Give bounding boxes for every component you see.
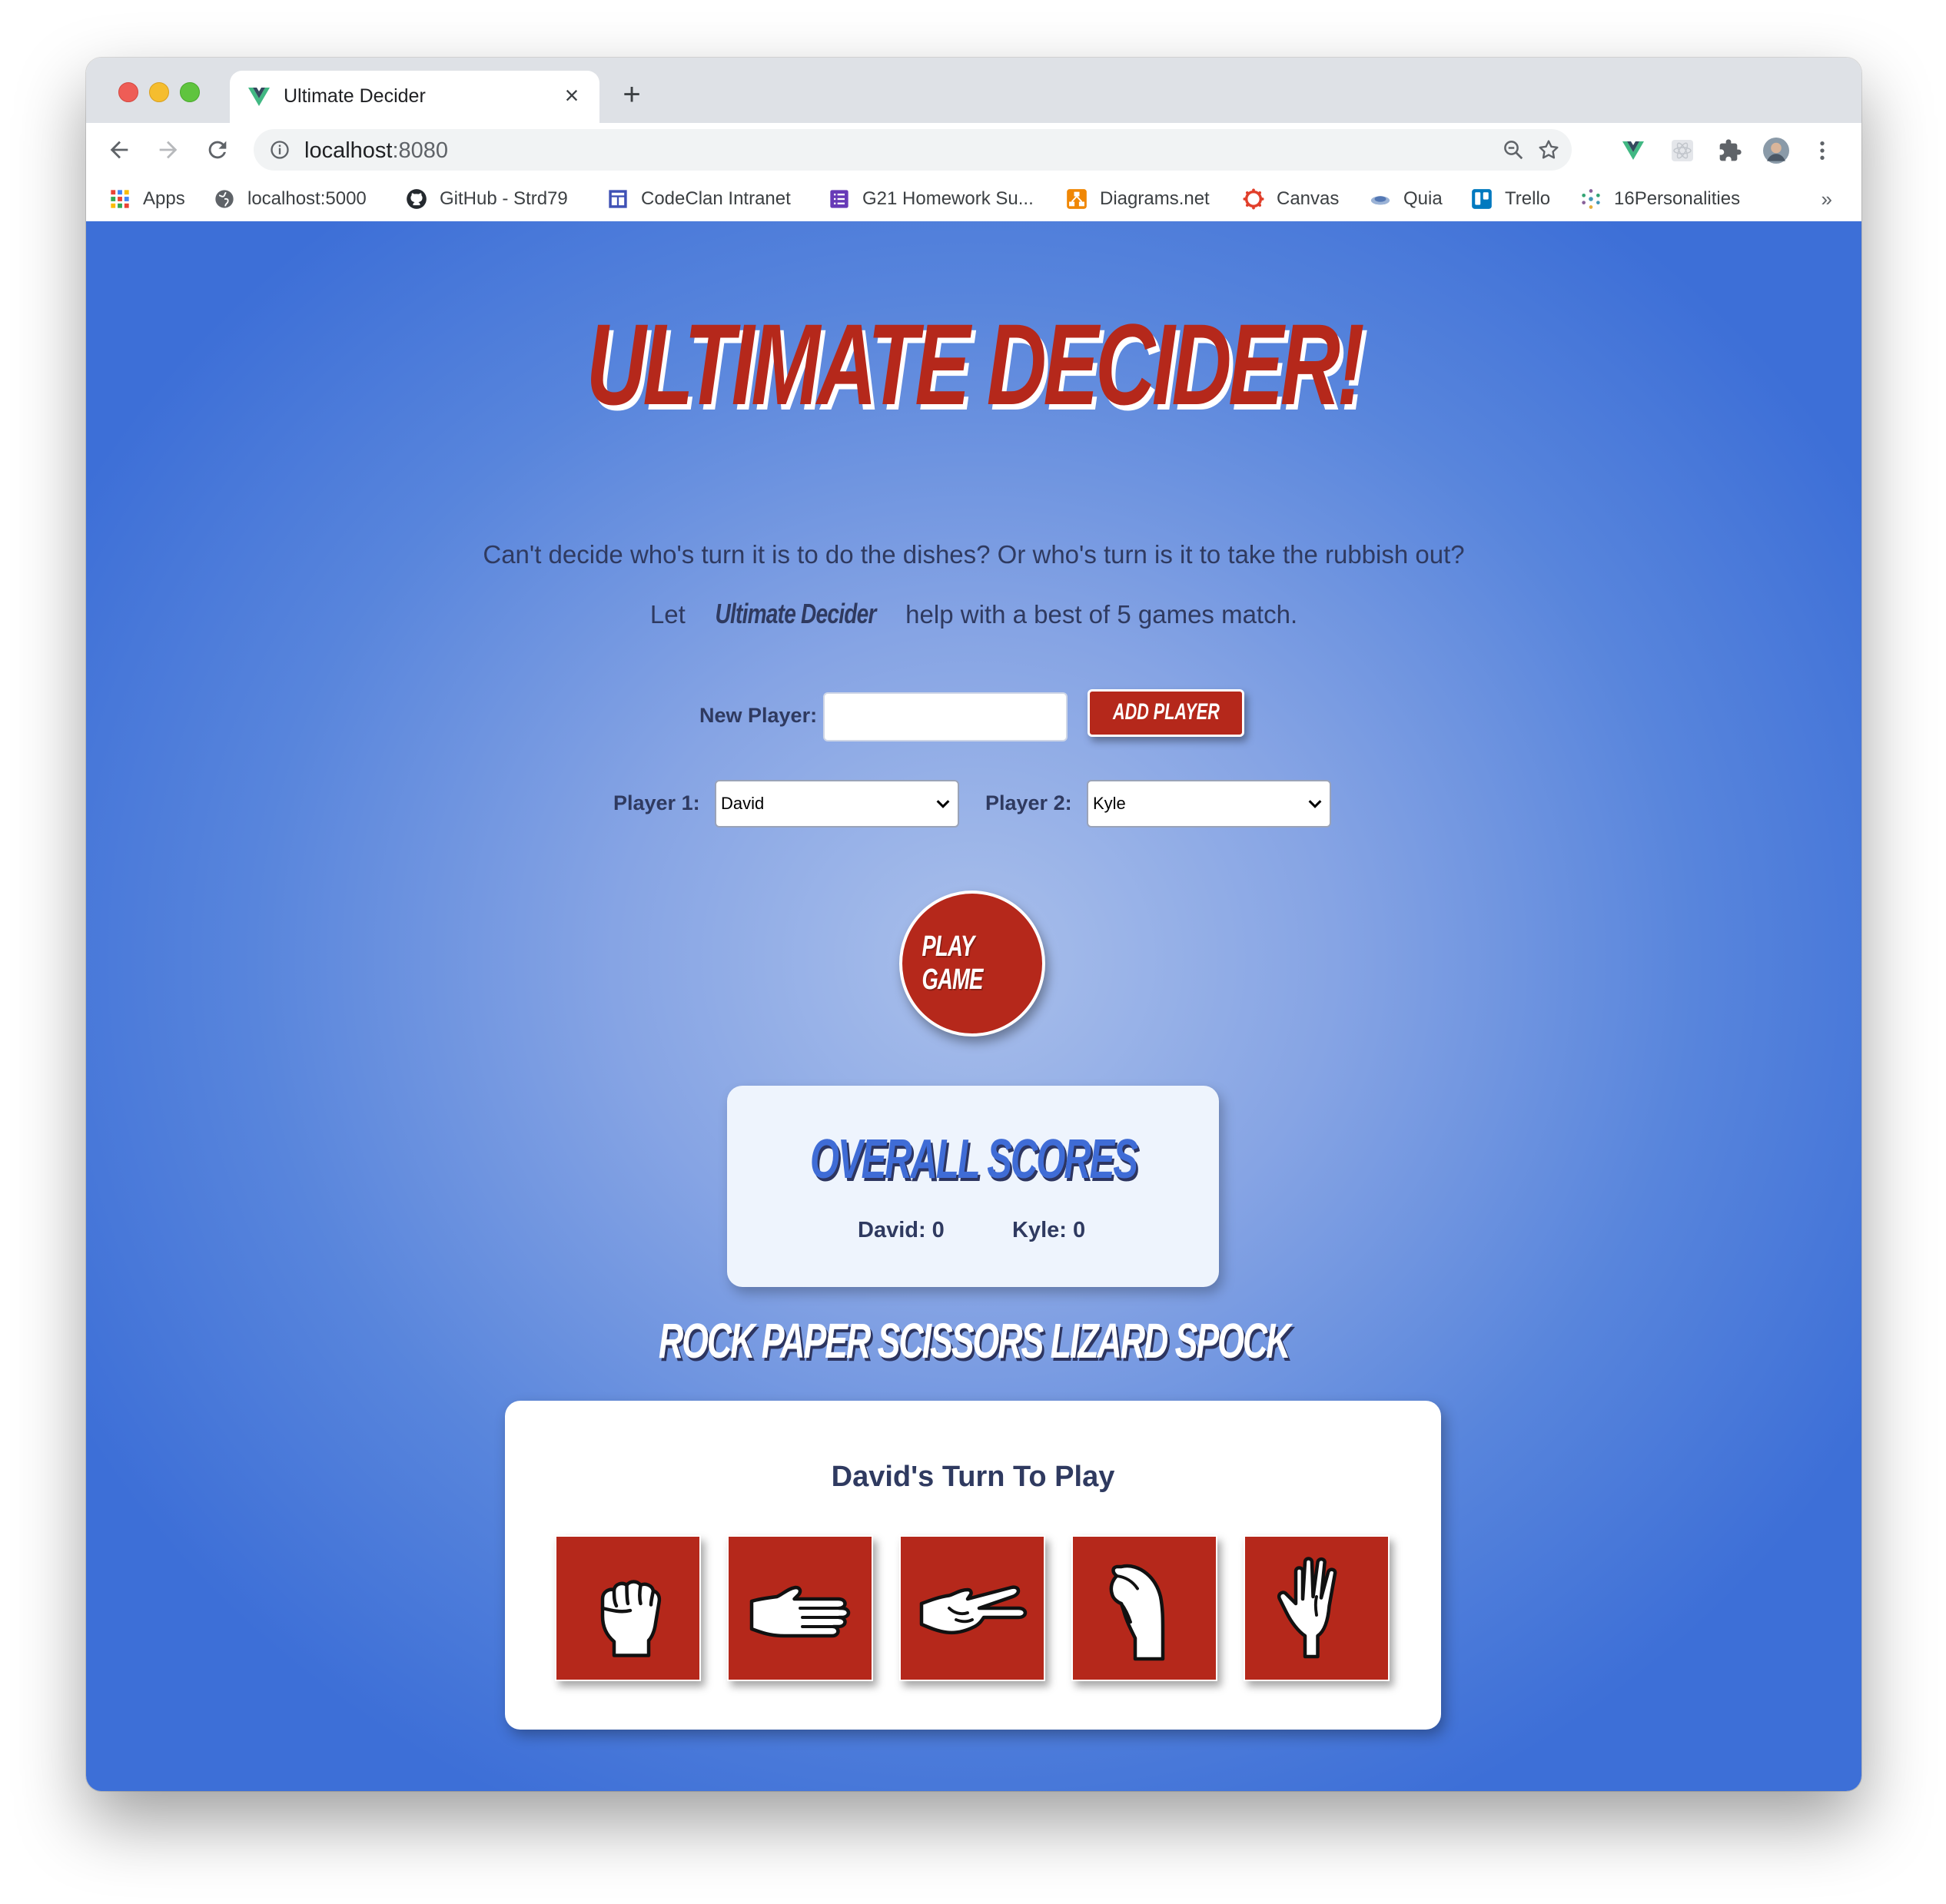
lizard-button[interactable] [1071, 1535, 1217, 1681]
canvas-icon [1243, 188, 1264, 210]
intro-line-1: Can't decide who's turn it is to do the … [483, 540, 1465, 569]
intranet-icon [607, 188, 629, 210]
page-title: Ultimate Decider! [586, 300, 1365, 429]
tab-strip: Ultimate Decider × + [86, 58, 1861, 123]
game-title: Rock Paper Scissors Lizard Spock [658, 1313, 1291, 1368]
paper-hand-icon [749, 1585, 851, 1638]
browser-toolbar: localhost:8080 [86, 123, 1861, 177]
form-icon [829, 188, 850, 210]
bookmark-16personalities[interactable]: 16Personalities [1580, 186, 1740, 212]
brand-text: Ultimate Decider [715, 598, 876, 629]
player2-select[interactable]: Kyle [1087, 780, 1331, 828]
apps-grid-icon [109, 188, 131, 210]
player2-selected: Kyle [1093, 794, 1126, 813]
bookmark-localhost-5000[interactable]: localhost:5000 [214, 186, 367, 212]
player1-label: Player 1: [613, 791, 700, 814]
maximize-window-button[interactable] [180, 82, 200, 102]
browser-window: Ultimate Decider × + localhost:8080 Apps… [86, 58, 1861, 1791]
bookmark-g21-homework[interactable]: G21 Homework Su... [829, 186, 1034, 212]
github-icon [406, 188, 427, 210]
new-player-label: New Player: [699, 704, 818, 727]
url-text: localhost:8080 [304, 138, 449, 163]
more-bookmarks-button[interactable]: » [1821, 187, 1832, 211]
reload-icon [208, 141, 227, 159]
bookmark-codeclan-intranet[interactable]: CodeClan Intranet [607, 186, 791, 212]
lizard-hand-icon [1109, 1564, 1165, 1661]
tab-title: Ultimate Decider [284, 85, 426, 107]
react-extension-icon[interactable] [1669, 138, 1695, 164]
quia-icon [1370, 188, 1391, 210]
chevron-down-icon [1308, 800, 1322, 808]
site-info-icon[interactable] [269, 139, 291, 161]
bookmark-star-icon[interactable] [1536, 137, 1562, 163]
vue-devtools-extension-icon[interactable] [1620, 138, 1646, 164]
scissors-button[interactable] [899, 1535, 1045, 1681]
close-window-button[interactable] [118, 82, 138, 102]
spock-hand-icon [1277, 1557, 1337, 1659]
bookmark-diagrams[interactable]: Diagrams.net [1066, 186, 1210, 212]
diagrams-icon [1066, 188, 1088, 210]
chevron-down-icon [936, 800, 950, 808]
globe-icon [214, 188, 235, 210]
turn-text: David's Turn To Play [831, 1461, 1115, 1493]
game-card: David's Turn To Play [505, 1401, 1441, 1730]
paper-button[interactable] [727, 1535, 873, 1681]
intro-line-2: Let Ultimate Decider help with a best of… [649, 598, 1298, 629]
scores-title: Overall Scores [809, 1129, 1138, 1190]
back-arrow-icon [110, 141, 128, 159]
bookmark-trello[interactable]: Trello [1471, 186, 1550, 212]
spock-button[interactable] [1244, 1535, 1390, 1681]
overall-scores-card: Overall Scores David: 0 Kyle: 0 [727, 1086, 1219, 1287]
bookmark-canvas[interactable]: Canvas [1243, 186, 1339, 212]
forward-button[interactable] [151, 132, 186, 168]
new-player-input[interactable] [823, 692, 1068, 741]
browser-menu-icon[interactable] [1809, 138, 1835, 164]
zoom-icon[interactable] [1500, 137, 1526, 163]
bookmark-apps[interactable]: Apps [109, 186, 185, 212]
new-tab-button[interactable]: + [616, 79, 647, 110]
player2-score: Kyle: 0 [1012, 1218, 1086, 1242]
scissors-hand-icon [919, 1585, 1028, 1635]
forward-arrow-icon [159, 141, 178, 159]
rock-hand-icon [600, 1580, 662, 1657]
player1-select[interactable]: David [715, 780, 959, 828]
back-button[interactable] [101, 132, 137, 168]
player1-score: David: 0 [858, 1218, 945, 1242]
extensions-puzzle-icon[interactable] [1717, 138, 1743, 164]
minimize-window-button[interactable] [149, 82, 169, 102]
bookmark-github[interactable]: GitHub - Strd79 [406, 186, 568, 212]
personalities-icon [1580, 188, 1602, 210]
profile-avatar[interactable] [1763, 138, 1789, 164]
tab-close-icon[interactable]: × [558, 81, 586, 109]
player2-label: Player 2: [985, 791, 1072, 814]
player1-selected: David [721, 794, 765, 813]
trello-icon [1471, 188, 1493, 210]
rock-button[interactable] [555, 1535, 701, 1681]
reload-button[interactable] [200, 132, 235, 168]
address-bar[interactable]: localhost:8080 [254, 129, 1572, 171]
add-player-button[interactable]: Add Player [1088, 689, 1244, 737]
bookmarks-bar: Apps localhost:5000 GitHub - Strd79 Code… [86, 177, 1861, 222]
page-content: Ultimate Decider! Can't decide who's tur… [86, 221, 1861, 1791]
vue-favicon-icon [248, 88, 270, 106]
tab-ultimate-decider[interactable]: Ultimate Decider × [230, 71, 599, 123]
bookmark-quia[interactable]: Quia [1370, 186, 1443, 212]
play-game-button[interactable]: Play Game [899, 891, 1045, 1037]
